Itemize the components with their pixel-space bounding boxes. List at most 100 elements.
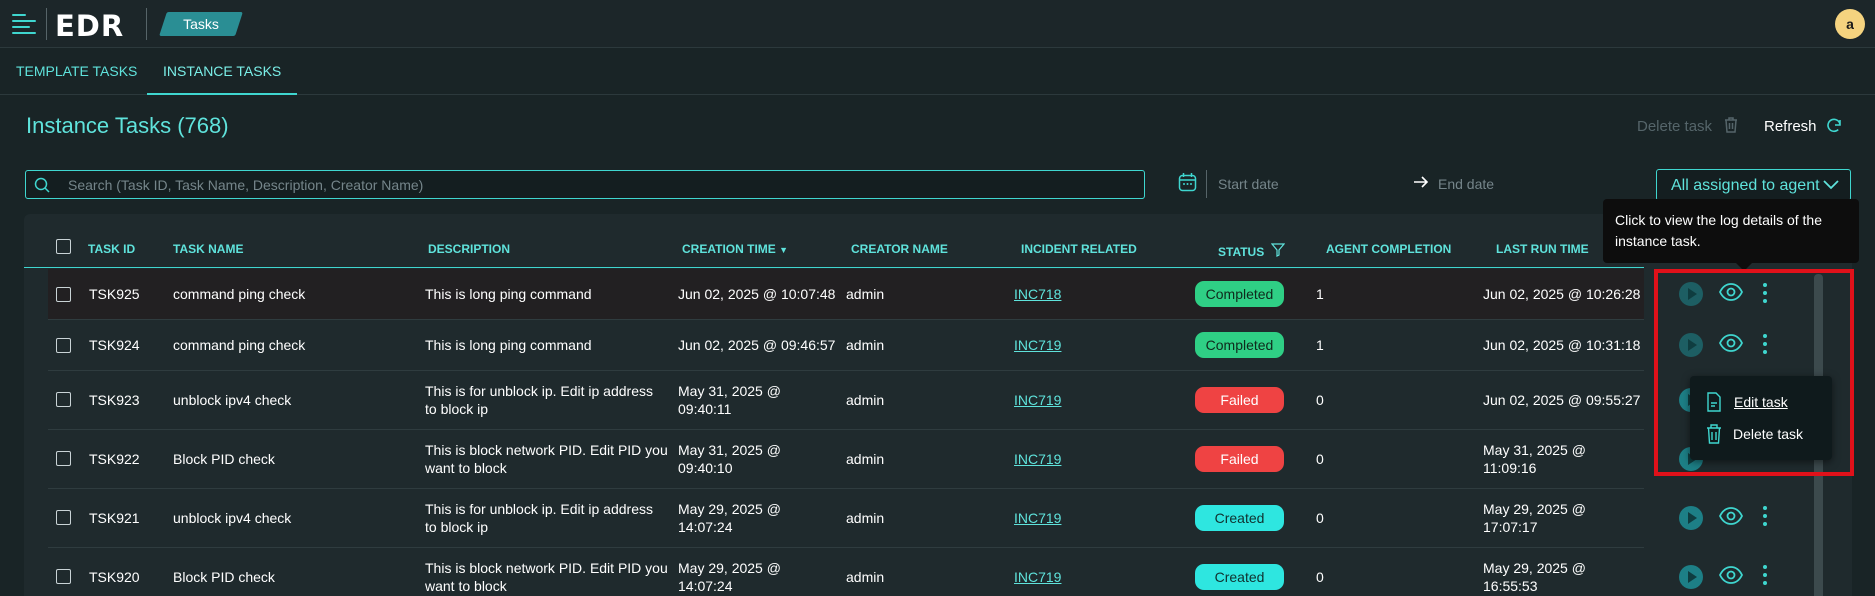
divider: [1206, 170, 1207, 198]
incident-link[interactable]: INC719: [1014, 450, 1061, 468]
task-name: unblock ipv4 check: [173, 392, 292, 408]
task-description-line1: This is block network PID. Edit PID you: [425, 560, 668, 576]
col-creation-time-label: CREATION TIME: [682, 242, 776, 256]
task-id: TSK925: [89, 286, 140, 302]
view-log-icon[interactable]: [1719, 507, 1743, 525]
incident-link[interactable]: INC719: [1014, 568, 1061, 586]
col-task-name[interactable]: TASK NAME: [173, 242, 243, 256]
task-name: Block PID check: [173, 569, 275, 585]
incident-link[interactable]: INC718: [1014, 285, 1061, 303]
incident-link[interactable]: INC719: [1014, 336, 1061, 354]
task-name: command ping check: [173, 337, 306, 353]
end-date-input[interactable]: End date: [1438, 176, 1494, 192]
creation-time-line1: May 29, 2025 @: [678, 560, 781, 576]
menu-icon[interactable]: [12, 13, 36, 35]
sort-desc-icon[interactable]: ▼: [779, 245, 788, 255]
col-last-run-time[interactable]: LAST RUN TIME: [1496, 242, 1589, 256]
more-options-icon[interactable]: [1762, 506, 1768, 528]
tab-template-tasks[interactable]: TEMPLATE TASKS: [16, 49, 137, 95]
table-row[interactable]: TSK920 Block PID check This is block net…: [48, 548, 1644, 596]
incident-link[interactable]: INC719: [1014, 391, 1061, 409]
start-date-input[interactable]: Start date: [1218, 176, 1279, 192]
table-row[interactable]: TSK924 command ping check This is long p…: [48, 320, 1644, 371]
task-description: This is long ping command: [425, 286, 592, 302]
row-checkbox[interactable]: [56, 510, 71, 525]
tooltip: Click to view the log details of the ins…: [1603, 199, 1859, 271]
agent-completion: 0: [1316, 451, 1324, 467]
calendar-icon[interactable]: [1178, 172, 1197, 192]
creation-time-line2: 09:40:11: [678, 401, 732, 417]
view-log-icon[interactable]: [1719, 566, 1743, 584]
row-checkbox[interactable]: [56, 392, 71, 407]
tooltip-text: Click to view the log details of the ins…: [1615, 212, 1822, 249]
status-badge: Failed: [1195, 446, 1284, 472]
creator-name: admin: [846, 451, 885, 467]
arrow-right-icon: [1414, 176, 1429, 188]
col-creator-name[interactable]: CREATOR NAME: [851, 242, 948, 256]
col-agent-completion[interactable]: AGENT COMPLETION: [1326, 242, 1451, 256]
agent-filter-label: All assigned to agent: [1671, 177, 1820, 194]
table-row[interactable]: TSK925 command ping check This is long p…: [48, 269, 1644, 320]
task-id: TSK921: [89, 510, 140, 526]
agent-completion: 0: [1316, 569, 1324, 585]
col-creation-time[interactable]: CREATION TIME ▼: [682, 242, 788, 256]
refresh-button[interactable]: Refresh: [1764, 118, 1817, 135]
creator-name: admin: [846, 337, 885, 353]
col-status-label: STATUS: [1218, 245, 1265, 259]
search-box[interactable]: [25, 170, 1145, 199]
tab-instance-tasks-label: INSTANCE TASKS: [163, 63, 282, 79]
table-row[interactable]: TSK923 unblock ipv4 check This is for un…: [48, 371, 1644, 430]
agent-completion: 0: [1316, 510, 1324, 526]
run-task-button[interactable]: [1679, 506, 1703, 530]
table-header: TASK ID TASK NAME DESCRIPTION CREATION T…: [24, 226, 1644, 268]
page-title: Instance Tasks (768): [26, 113, 229, 138]
row-checkbox[interactable]: [56, 287, 71, 302]
tab-bar: TEMPLATE TASKS INSTANCE TASKS: [0, 49, 1875, 95]
task-description-line2: to block ip: [425, 401, 489, 417]
agent-filter-dropdown[interactable]: All assigned to agent: [1656, 169, 1851, 201]
agent-completion: 0: [1316, 392, 1324, 408]
agent-completion: 1: [1316, 337, 1324, 353]
row-checkbox[interactable]: [56, 451, 71, 466]
row-checkbox[interactable]: [56, 569, 71, 584]
task-description-line1: This is for unblock ip. Edit ip address: [425, 383, 653, 399]
more-options-icon[interactable]: [1762, 565, 1768, 587]
creation-time-line2: 14:07:24: [678, 578, 733, 594]
status-badge: Failed: [1195, 387, 1284, 413]
table-row[interactable]: TSK921 unblock ipv4 check This is for un…: [48, 489, 1644, 548]
delete-task-button[interactable]: Delete task: [1637, 118, 1712, 135]
col-status[interactable]: STATUS: [1218, 242, 1285, 259]
creator-name: admin: [846, 510, 885, 526]
search-input[interactable]: [68, 174, 1128, 195]
creation-time: Jun 02, 2025 @ 10:07:48: [678, 286, 836, 302]
row-checkbox[interactable]: [56, 338, 71, 353]
creation-time-line1: May 31, 2025 @: [678, 442, 781, 458]
select-all-checkbox[interactable]: [56, 239, 71, 254]
breadcrumb-tasks[interactable]: Tasks: [163, 12, 239, 36]
chevron-down-icon: [1823, 180, 1839, 190]
creation-time-line1: May 29, 2025 @: [678, 501, 781, 517]
refresh-icon[interactable]: [1825, 117, 1843, 135]
col-description[interactable]: DESCRIPTION: [428, 242, 510, 256]
col-incident-related[interactable]: INCIDENT RELATED: [1021, 242, 1137, 256]
status-badge: Completed: [1195, 332, 1284, 358]
run-task-button[interactable]: [1679, 565, 1703, 589]
tab-instance-tasks[interactable]: INSTANCE TASKS: [147, 49, 298, 95]
avatar[interactable]: a: [1835, 9, 1865, 39]
highlight-box: [1654, 269, 1854, 476]
task-description-line1: This is block network PID. Edit PID you: [425, 442, 668, 458]
incident-link[interactable]: INC719: [1014, 509, 1061, 527]
col-task-id[interactable]: TASK ID: [88, 242, 135, 256]
app-logo: EDR: [55, 9, 125, 43]
task-name: command ping check: [173, 286, 306, 302]
task-id: TSK920: [89, 569, 140, 585]
divider: [46, 8, 47, 40]
filter-icon[interactable]: [1270, 243, 1285, 257]
creation-time-line2: 14:07:24: [678, 519, 733, 535]
task-name: unblock ipv4 check: [173, 510, 292, 526]
task-id: TSK923: [89, 392, 140, 408]
table-row[interactable]: TSK922 Block PID check This is block net…: [48, 430, 1644, 489]
status-badge: Created: [1195, 564, 1284, 590]
trash-icon[interactable]: [1723, 116, 1739, 134]
task-name: Block PID check: [173, 451, 275, 467]
